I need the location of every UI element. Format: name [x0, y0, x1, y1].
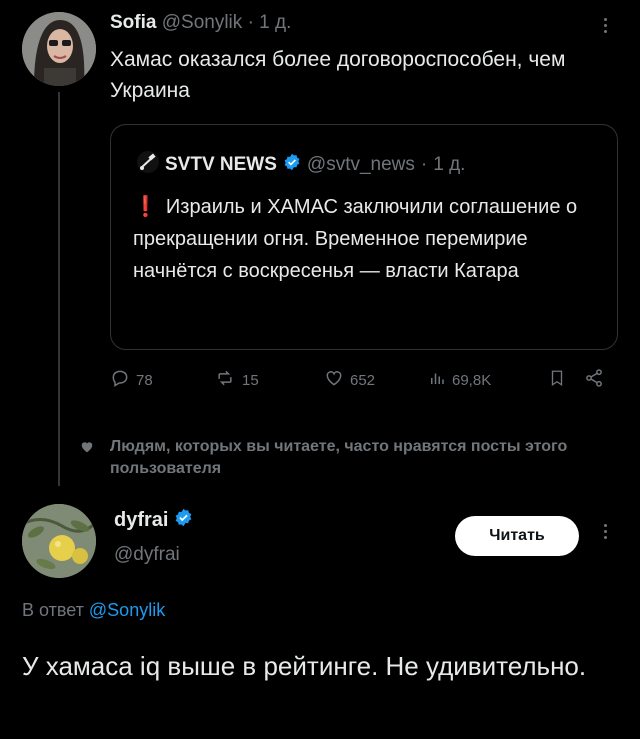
more-icon[interactable]: [598, 18, 612, 33]
original-author-handle[interactable]: @Sonylik: [162, 12, 243, 33]
views-count: 69,8K: [452, 371, 492, 389]
alert-icon: ❗: [133, 196, 158, 218]
quoted-author-name: SVTV NEWS: [165, 154, 277, 175]
like-icon: [324, 368, 344, 392]
quoted-author-handle: @svtv_news: [306, 154, 415, 175]
original-author-row[interactable]: Sofia @Sonylik · 1 д.: [110, 12, 291, 34]
reply-to-prefix: В ответ: [22, 600, 84, 620]
heart-icon: [80, 440, 94, 459]
repost-button[interactable]: 15: [214, 368, 259, 392]
reply-to-line: В ответ @Sonylik: [22, 600, 165, 621]
repost-count: 15: [242, 371, 259, 389]
bookmark-button[interactable]: [548, 368, 566, 392]
views-button[interactable]: 69,8K: [428, 368, 491, 392]
sofia-avatar[interactable]: [22, 12, 96, 86]
reply-to-handle-link[interactable]: @Sonylik: [89, 600, 165, 620]
social-context-text: Людям, которых вы читаете, часто нравятс…: [110, 438, 568, 477]
like-count: 652: [350, 371, 376, 389]
quoted-tweet-text: ❗ Израиль и ХАМАС заключили соглашение о …: [133, 191, 603, 287]
separator-dot: ·: [420, 154, 428, 175]
reply-tweet-text: У хамаса iq выше в рейтинге. Не удивител…: [22, 651, 587, 681]
bookmark-icon: [548, 368, 566, 392]
reply-author-handle[interactable]: @dyfrai: [114, 544, 180, 566]
verified-badge-icon: [283, 153, 301, 177]
repost-icon: [214, 368, 236, 392]
reply-count: 78: [136, 371, 153, 389]
separator-dot: ·: [247, 12, 254, 33]
quoted-author-row: SVTV NEWS @svtv_news · 1 д.: [137, 151, 465, 179]
quoted-tweet-body: Израиль и ХАМАС заключили соглашение о п…: [133, 196, 578, 282]
reply-icon: [110, 368, 130, 392]
reply-author-name[interactable]: dyfrai: [114, 509, 168, 532]
reply-author-name-row[interactable]: dyfrai: [114, 508, 193, 533]
original-tweet-text: Хамас оказался более договороспособен, ч…: [110, 48, 566, 102]
dyfrai-avatar[interactable]: [22, 504, 96, 578]
follow-button[interactable]: Читать: [455, 516, 579, 556]
share-icon: [584, 368, 604, 392]
reply-button[interactable]: 78: [110, 368, 153, 392]
share-button[interactable]: [584, 368, 604, 392]
more-icon[interactable]: [598, 524, 612, 539]
verified-badge-icon: [174, 508, 193, 533]
original-author-name[interactable]: Sofia: [110, 12, 156, 33]
like-button[interactable]: 652: [324, 368, 375, 392]
satellite-logo-icon: [137, 151, 159, 179]
views-icon: [428, 368, 446, 392]
quoted-tweet-time: 1 д.: [433, 154, 466, 175]
thread-line: [58, 92, 60, 486]
original-tweet-time[interactable]: 1 д.: [259, 12, 291, 33]
quoted-tweet-card[interactable]: SVTV NEWS @svtv_news · 1 д. ❗ Израиль и Х…: [110, 124, 618, 350]
